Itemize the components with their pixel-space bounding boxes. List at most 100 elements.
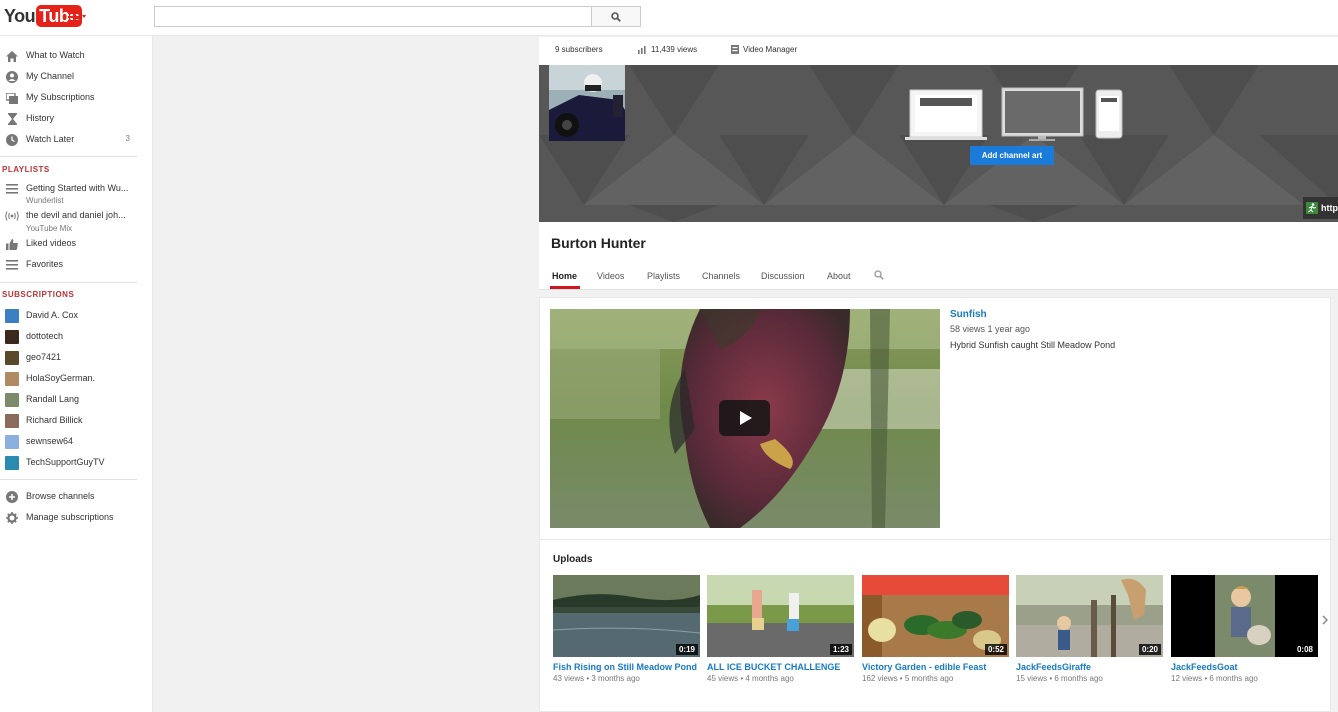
video-meta: 43 views • 3 months ago [553, 674, 640, 683]
sidebar-item-subscription[interactable]: Richard Billick [0, 411, 138, 431]
sidebar-item-browse-channels[interactable]: Browse channels [0, 487, 138, 507]
avatar [5, 393, 19, 407]
search-icon [611, 11, 621, 22]
sidebar-item-subscription[interactable]: sewnsew64 [0, 432, 138, 452]
sidebar-item-label: My Channel [26, 71, 75, 81]
video-thumbnail[interactable]: 0:52 [862, 575, 1009, 657]
avatar [5, 435, 19, 449]
sidebar-item-label: Liked videos [26, 238, 77, 248]
upload-item[interactable]: 0:08 JackFeedsGoat 12 views • 6 months a… [1171, 575, 1318, 683]
sidebar-item-label: History [26, 113, 55, 123]
uploads-heading[interactable]: Uploads [553, 554, 592, 565]
masthead: You Tube [0, 0, 1338, 36]
sidebar-divider [0, 479, 137, 480]
channel-link[interactable]: http [1303, 197, 1338, 219]
video-duration: 0:52 [984, 644, 1007, 655]
sidebar-item-favorites[interactable]: Favorites [0, 255, 138, 275]
featured-video-meta: 58 views 1 year ago [950, 324, 1031, 334]
tab-discussion[interactable]: Discussion [761, 271, 805, 281]
sidebar-item-my-subscriptions[interactable]: My Subscriptions [0, 88, 138, 108]
channel-link-text: http [1321, 203, 1338, 213]
tab-home[interactable]: Home [552, 271, 577, 281]
video-thumbnail[interactable]: 0:19 [553, 575, 700, 657]
tab-channels[interactable]: Channels [702, 271, 740, 281]
sidebar-item-label: My Subscriptions [26, 92, 95, 102]
caret-down-icon [82, 15, 86, 18]
video-manager-icon [731, 45, 739, 54]
playlists-heading[interactable]: PLAYLISTS [2, 165, 50, 174]
sidebar-item-label: sewnsew64 [26, 436, 74, 446]
tab-videos[interactable]: Videos [597, 271, 624, 281]
search-icon [874, 270, 884, 280]
video-meta: 15 views • 6 months ago [1016, 674, 1103, 683]
sidebar-item-subscription[interactable]: geo7421 [0, 348, 138, 368]
avatar [5, 351, 19, 365]
channel-search-button[interactable] [874, 270, 884, 282]
shelf-next-button[interactable] [1320, 612, 1330, 628]
search-input[interactable] [154, 6, 592, 27]
avatar [5, 414, 19, 428]
sidebar-item-my-channel[interactable]: My Channel [0, 67, 138, 87]
video-meta: 12 views • 6 months ago [1171, 674, 1258, 683]
sidebar-item-subscription[interactable]: Randall Lang [0, 390, 138, 410]
sidebar-item-label: Favorites [26, 259, 64, 269]
sidebar-item-subscription[interactable]: TechSupportGuyTV [0, 453, 138, 473]
sidebar-item-mix[interactable]: the devil and daniel joh... [0, 206, 138, 226]
sidebar-item-history[interactable]: History [0, 109, 138, 129]
video-thumbnail[interactable]: 0:08 [1171, 575, 1318, 657]
active-tab-indicator [550, 286, 580, 289]
channel-avatar[interactable] [549, 65, 625, 141]
section-divider [540, 539, 1330, 540]
channel-banner [539, 65, 1338, 222]
list-icon [5, 183, 19, 195]
home-icon [5, 50, 19, 62]
video-title[interactable]: JackFeedsGiraffe [1016, 661, 1163, 673]
featured-video-title[interactable]: Sunfish [950, 309, 987, 320]
featured-video-description: Hybrid Sunfish caught Still Meadow Pond [950, 340, 1116, 350]
bar-chart-icon [638, 45, 646, 54]
search-button[interactable] [591, 6, 641, 27]
list-icon [5, 259, 19, 271]
add-channel-art-button[interactable]: Add channel art [970, 146, 1054, 165]
tab-playlists[interactable]: Playlists [647, 271, 680, 281]
upload-item[interactable]: 1:23 ALL ICE BUCKET CHALLENGE 45 views •… [707, 575, 854, 683]
video-title[interactable]: Fish Rising on Still Meadow Pond [553, 661, 700, 673]
guide-menu-button[interactable] [68, 10, 88, 24]
subscriptions-heading[interactable]: SUBSCRIPTIONS [2, 290, 74, 299]
sidebar-item-label: Manage subscriptions [26, 512, 114, 522]
tab-about[interactable]: About [827, 271, 851, 281]
video-title[interactable]: JackFeedsGoat [1171, 661, 1318, 673]
sidebar-item-subscription[interactable]: David A. Cox [0, 306, 138, 326]
sidebar-item-watch-later[interactable]: Watch Later 3 [0, 130, 138, 150]
channel-avatar-image [549, 65, 625, 141]
avatar [5, 309, 19, 323]
upload-item[interactable]: 0:52 Victory Garden - edible Feast 162 v… [862, 575, 1009, 683]
video-title[interactable]: Victory Garden - edible Feast [862, 661, 1009, 673]
chevron-right-icon [1322, 615, 1328, 625]
video-duration: 0:20 [1138, 644, 1161, 655]
video-manager-link[interactable]: Video Manager [731, 45, 797, 54]
clock-icon [5, 134, 19, 146]
sidebar-item-label: Watch Later [26, 134, 75, 144]
upload-item[interactable]: 0:19 Fish Rising on Still Meadow Pond 43… [553, 575, 700, 683]
video-duration: 0:08 [1293, 644, 1316, 655]
channel-title[interactable]: Burton Hunter [551, 235, 646, 251]
video-thumbnail[interactable]: 1:23 [707, 575, 854, 657]
sidebar-item-subscription[interactable]: HolaSoyGerman. [0, 369, 138, 389]
sidebar-item-manage-subscriptions[interactable]: Manage subscriptions [0, 508, 138, 528]
sidebar-item-playlist[interactable]: Getting Started with Wu... [0, 179, 138, 199]
mix-icon [5, 210, 19, 222]
video-thumbnail[interactable]: 0:20 [1016, 575, 1163, 657]
banner-pattern [539, 65, 1338, 222]
sidebar-item-liked-videos[interactable]: Liked videos [0, 234, 138, 254]
view-count: 11,439 views [638, 45, 697, 54]
guide-sidebar: What to Watch My Channel My Subscription… [0, 36, 153, 712]
sidebar-item-what-to-watch[interactable]: What to Watch [0, 46, 138, 66]
sidebar-item-subscription[interactable]: dottotech [0, 327, 138, 347]
sidebar-item-label: David A. Cox [26, 310, 79, 320]
subscriptions-icon [5, 92, 19, 104]
upload-item[interactable]: 0:20 JackFeedsGiraffe 15 views • 6 month… [1016, 575, 1163, 683]
video-title[interactable]: ALL ICE BUCKET CHALLENGE [707, 661, 854, 673]
channel-header: Burton Hunter Home Videos Playlists Chan… [539, 222, 1338, 290]
play-button[interactable] [719, 400, 770, 436]
